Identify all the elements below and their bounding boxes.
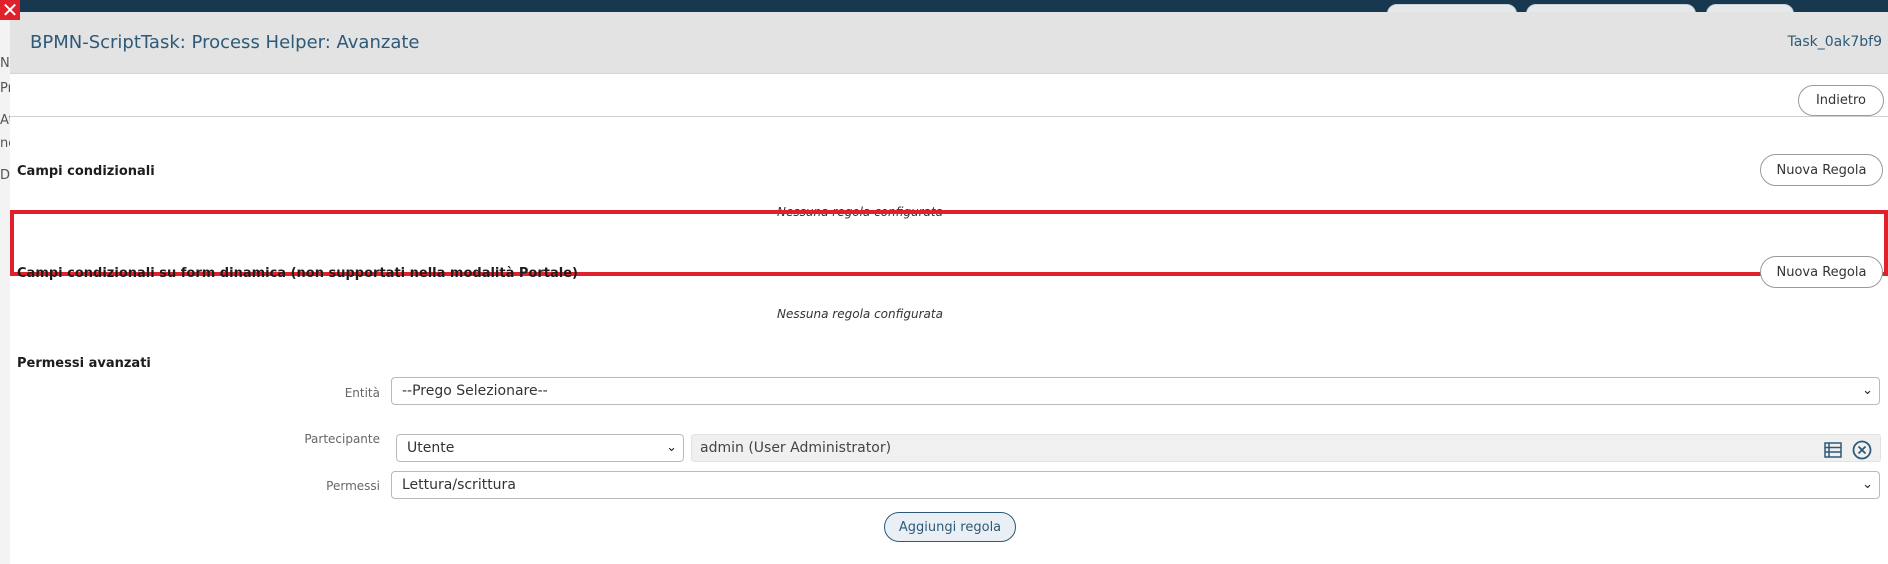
participant-type-value: Utente: [407, 440, 455, 456]
chevron-down-icon: ⌄: [666, 440, 677, 455]
task-id: Task_0ak7bf9: [1787, 34, 1882, 50]
participant-type-select[interactable]: Utente ⌄: [396, 434, 684, 462]
permissions-select-value: Lettura/scrittura: [402, 477, 516, 493]
permissions-select[interactable]: Lettura/scrittura ⌄: [391, 471, 1880, 499]
close-icon[interactable]: ✕: [0, 0, 20, 20]
section-title-conditional: Campi condizionali: [17, 164, 155, 179]
process-helper-dialog: BPMN-ScriptTask: Process Helper: Avanzat…: [10, 12, 1888, 564]
background-fragment: no: [0, 136, 10, 151]
chevron-down-icon: ⌄: [1862, 383, 1873, 398]
background-fragment: N: [0, 56, 10, 71]
entity-label: Entità: [344, 386, 380, 400]
background-fragment: Pr: [0, 81, 10, 96]
empty-rules-note: Nessuna regola configurata: [777, 307, 943, 321]
entity-select-value: --Prego Selezionare--: [402, 383, 548, 399]
entity-select[interactable]: --Prego Selezionare-- ⌄: [391, 377, 1880, 405]
section-title-conditional-dynamic: Campi condizionali su form dinamica (non…: [17, 266, 578, 281]
new-rule-dynamic-button[interactable]: Nuova Regola: [1760, 256, 1883, 288]
background-fragment: At: [0, 113, 10, 128]
add-rule-button[interactable]: Aggiungi regola: [884, 512, 1016, 542]
clear-icon[interactable]: [1852, 440, 1872, 460]
new-rule-button[interactable]: Nuova Regola: [1760, 154, 1883, 186]
participant-field: admin (User Administrator): [691, 434, 1881, 462]
participant-label: Partecipante: [304, 432, 380, 446]
back-button[interactable]: Indietro: [1798, 85, 1884, 116]
list-icon[interactable]: [1824, 442, 1842, 458]
background-left-strip: N Pr At no D: [0, 14, 10, 564]
chevron-down-icon: ⌄: [1862, 477, 1873, 492]
section-title-permissions: Permessi avanzati: [17, 356, 151, 371]
dialog-toolbar: Indietro: [10, 74, 1888, 117]
dialog-title: BPMN-ScriptTask: Process Helper: Avanzat…: [30, 32, 420, 53]
participant-value: admin (User Administrator): [700, 440, 892, 456]
background-fragment: D: [0, 168, 10, 183]
permissions-label: Permessi: [326, 479, 380, 493]
dialog-header: BPMN-ScriptTask: Process Helper: Avanzat…: [10, 12, 1888, 74]
